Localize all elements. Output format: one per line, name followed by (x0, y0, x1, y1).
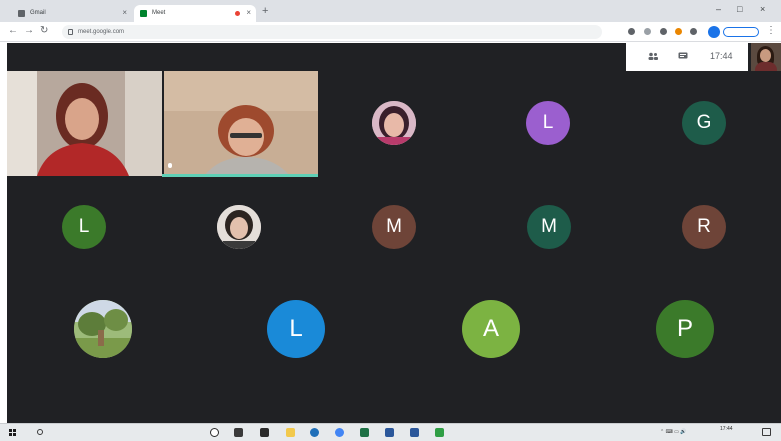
browser-toolbar: ← → ↻ meet.google.com ⋮ (0, 22, 781, 42)
participant-video-tile[interactable] (7, 71, 162, 176)
participant-initial-avatar[interactable]: P (656, 300, 714, 358)
outlook-icon[interactable] (410, 428, 419, 437)
extension-icon[interactable] (675, 28, 682, 35)
participant-video (7, 71, 162, 176)
meet-favicon-icon (140, 10, 147, 17)
browser-tab-meet[interactable]: Meet × (134, 5, 256, 22)
menu-icon[interactable]: ⋮ (766, 25, 776, 36)
self-view[interactable] (751, 43, 781, 71)
avatar-initial: L (542, 112, 554, 133)
participant-photo-avatar[interactable] (372, 101, 416, 145)
task-view-icon[interactable] (234, 428, 243, 437)
meeting-stage: 17:44 L G L M M R L A P (7, 43, 781, 423)
profile-avatar[interactable] (708, 26, 720, 38)
taskbar-clock[interactable]: 17:44 (720, 426, 733, 432)
participant-initial-avatar[interactable]: R (682, 205, 726, 249)
avatar-initial: M (541, 216, 557, 237)
chat-icon[interactable] (678, 52, 688, 60)
participant-initial-avatar[interactable]: L (62, 205, 106, 249)
system-tray[interactable]: ⌃ ⌨ ▭ 🔊 (660, 429, 687, 435)
participant-photo-avatar[interactable] (217, 205, 261, 249)
avatar-initial: L (78, 216, 90, 237)
participant-initial-avatar[interactable]: L (267, 300, 325, 358)
participant-initial-avatar[interactable]: G (682, 101, 726, 145)
forward-icon[interactable]: → (24, 25, 34, 36)
participant-photo (372, 101, 416, 145)
close-window-button[interactable]: × (760, 4, 765, 14)
cortana-icon[interactable] (210, 428, 219, 437)
minimize-button[interactable]: – (716, 4, 721, 14)
store-icon[interactable] (260, 428, 269, 437)
avatar-initial: A (482, 315, 499, 342)
windows-start-icon[interactable] (9, 429, 17, 437)
active-speaker-indicator (162, 174, 318, 177)
mic-icon (168, 163, 172, 168)
participant-initial-avatar[interactable]: M (372, 205, 416, 249)
meeting-clock: 17:44 (710, 51, 733, 61)
tab-label: Meet (152, 10, 166, 16)
participant-video-tile-speaking[interactable] (164, 71, 318, 176)
avatar-initial: G (696, 112, 712, 133)
browser-tab-gmail[interactable]: Gmail × (12, 5, 132, 22)
reload-icon[interactable]: ↻ (40, 25, 48, 36)
avatar-initial: P (676, 315, 693, 342)
new-tab-button[interactable]: + (262, 5, 268, 17)
extension-icon[interactable] (660, 28, 667, 35)
edge-icon[interactable] (310, 428, 319, 437)
gmail-favicon-icon (18, 10, 25, 17)
participant-photo (74, 300, 132, 358)
address-text: meet.google.com (78, 29, 125, 35)
file-explorer-icon[interactable] (286, 428, 295, 437)
notification-icon[interactable] (762, 428, 771, 436)
lock-icon (68, 29, 73, 35)
windows-taskbar: ⌃ ⌨ ▭ 🔊 17:44 (0, 423, 781, 441)
extension-icon[interactable] (690, 28, 697, 35)
close-tab-icon[interactable]: × (122, 8, 127, 17)
tab-label: Gmail (30, 10, 46, 16)
chrome-icon[interactable] (335, 428, 344, 437)
participant-photo (217, 205, 261, 249)
people-icon[interactable] (648, 52, 658, 60)
camera-indicator-icon[interactable] (628, 28, 635, 35)
participant-initial-avatar[interactable]: M (527, 205, 571, 249)
maximize-button[interactable]: □ (737, 4, 742, 14)
meeting-info-bar: 17:44 (626, 43, 748, 71)
avatar-initial: L (289, 315, 303, 342)
avatar-initial: R (697, 216, 711, 237)
profile-pill[interactable] (723, 27, 759, 37)
participant-video (164, 71, 318, 176)
close-tab-icon[interactable]: × (246, 8, 251, 17)
participant-initial-avatar[interactable]: A (462, 300, 520, 358)
participant-photo-avatar[interactable] (74, 300, 132, 358)
excel-icon[interactable] (360, 428, 369, 437)
avatar-initial: M (386, 216, 402, 237)
taskbar-search-box[interactable] (34, 426, 194, 440)
participant-initial-avatar[interactable]: L (526, 101, 570, 145)
word-icon[interactable] (385, 428, 394, 437)
taskbar-time: 17:44 (720, 426, 733, 432)
recording-dot-icon (235, 11, 240, 16)
browser-tab-bar: Gmail × Meet × + – □ × (0, 0, 781, 22)
extension-icon[interactable] (644, 28, 651, 35)
search-icon (37, 429, 43, 435)
address-bar[interactable]: meet.google.com (62, 25, 602, 39)
back-icon[interactable]: ← (8, 25, 18, 36)
app-icon[interactable] (435, 428, 444, 437)
